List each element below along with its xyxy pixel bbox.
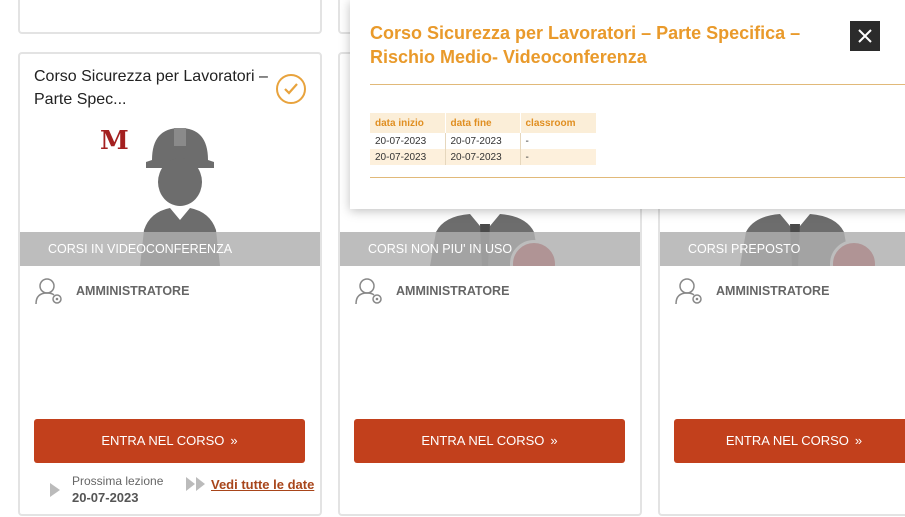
- next-lesson: Prossima lezione 20-07-2023: [48, 474, 163, 506]
- divider: [370, 177, 905, 178]
- next-lesson-date: 20-07-2023: [72, 490, 139, 505]
- popup-title: Corso Sicurezza per Lavoratori – Parte S…: [370, 23, 801, 67]
- course-thumbnail[interactable]: M CORSI IN VIDEOCONFERENZA: [20, 122, 320, 266]
- table-cell: -: [525, 135, 529, 147]
- completed-check-icon: [276, 74, 306, 104]
- enter-course-label: ENTRA NEL CORSO: [101, 433, 225, 448]
- role-row: AMMINISTRATORE: [354, 276, 509, 306]
- role-row: AMMINISTRATORE: [674, 276, 829, 306]
- divider: [370, 84, 905, 85]
- course-category-band: CORSI PREPOSTO: [660, 232, 905, 266]
- course-card-top-partial-1: [18, 0, 322, 34]
- course-card-1: Corso Sicurezza per Lavoratori – Parte S…: [18, 52, 322, 516]
- next-lesson-label: Prossima lezione: [72, 474, 164, 488]
- user-settings-icon: [355, 278, 382, 305]
- table-header-row: data inizio data fine classroom: [370, 113, 596, 133]
- table-row: 20-07-2023 20-07-2023 -: [370, 133, 596, 149]
- double-play-icon: [186, 477, 205, 491]
- enter-course-button[interactable]: ENTRA NEL CORSO »: [34, 419, 305, 463]
- course-title[interactable]: Corso Sicurezza per Lavoratori – Parte S…: [34, 65, 274, 111]
- play-arrow-icon: [50, 483, 60, 497]
- course-category-band: CORSI IN VIDEOCONFERENZA: [20, 232, 320, 266]
- role-label: AMMINISTRATORE: [76, 284, 190, 298]
- table-cell: 20-07-2023: [370, 149, 446, 165]
- user-settings-icon: [35, 278, 62, 305]
- close-icon: [858, 29, 872, 43]
- table-row: 20-07-2023 20-07-2023 -: [370, 149, 596, 165]
- column-header: data inizio: [370, 113, 446, 133]
- column-header: classroom: [520, 113, 596, 133]
- course-category-band: CORSI NON PIU' IN USO: [340, 232, 640, 266]
- double-chevron-right-icon: »: [854, 433, 863, 448]
- table-cell: 20-07-2023: [445, 133, 521, 149]
- table-cell: 20-07-2023: [445, 149, 521, 165]
- enter-course-button[interactable]: ENTRA NEL CORSO »: [354, 419, 625, 463]
- role-label: AMMINISTRATORE: [716, 284, 830, 298]
- all-dates-link[interactable]: Vedi tutte le date: [211, 477, 314, 492]
- double-chevron-right-icon: »: [230, 433, 238, 448]
- column-header: data fine: [445, 113, 521, 133]
- role-row: AMMINISTRATORE: [34, 276, 189, 306]
- enter-course-label: ENTRA NEL CORSO: [421, 433, 545, 448]
- enter-course-label: ENTRA NEL CORSO: [725, 433, 849, 448]
- enter-course-button[interactable]: ENTRA NEL CORSO »: [674, 419, 905, 463]
- all-dates: Vedi tutte le date: [185, 476, 314, 492]
- double-chevron-right-icon: »: [550, 433, 558, 448]
- user-settings-icon: [675, 278, 702, 305]
- brand-logo: M: [100, 126, 129, 156]
- close-button[interactable]: [850, 21, 880, 51]
- dates-table: data inizio data fine classroom 20-07-20…: [370, 113, 596, 165]
- role-label: AMMINISTRATORE: [396, 284, 510, 298]
- table-cell: -: [520, 149, 596, 165]
- course-dates-popup: Corso Sicurezza per Lavoratori – Parte S…: [350, 0, 905, 209]
- table-cell: 20-07-2023: [370, 133, 446, 149]
